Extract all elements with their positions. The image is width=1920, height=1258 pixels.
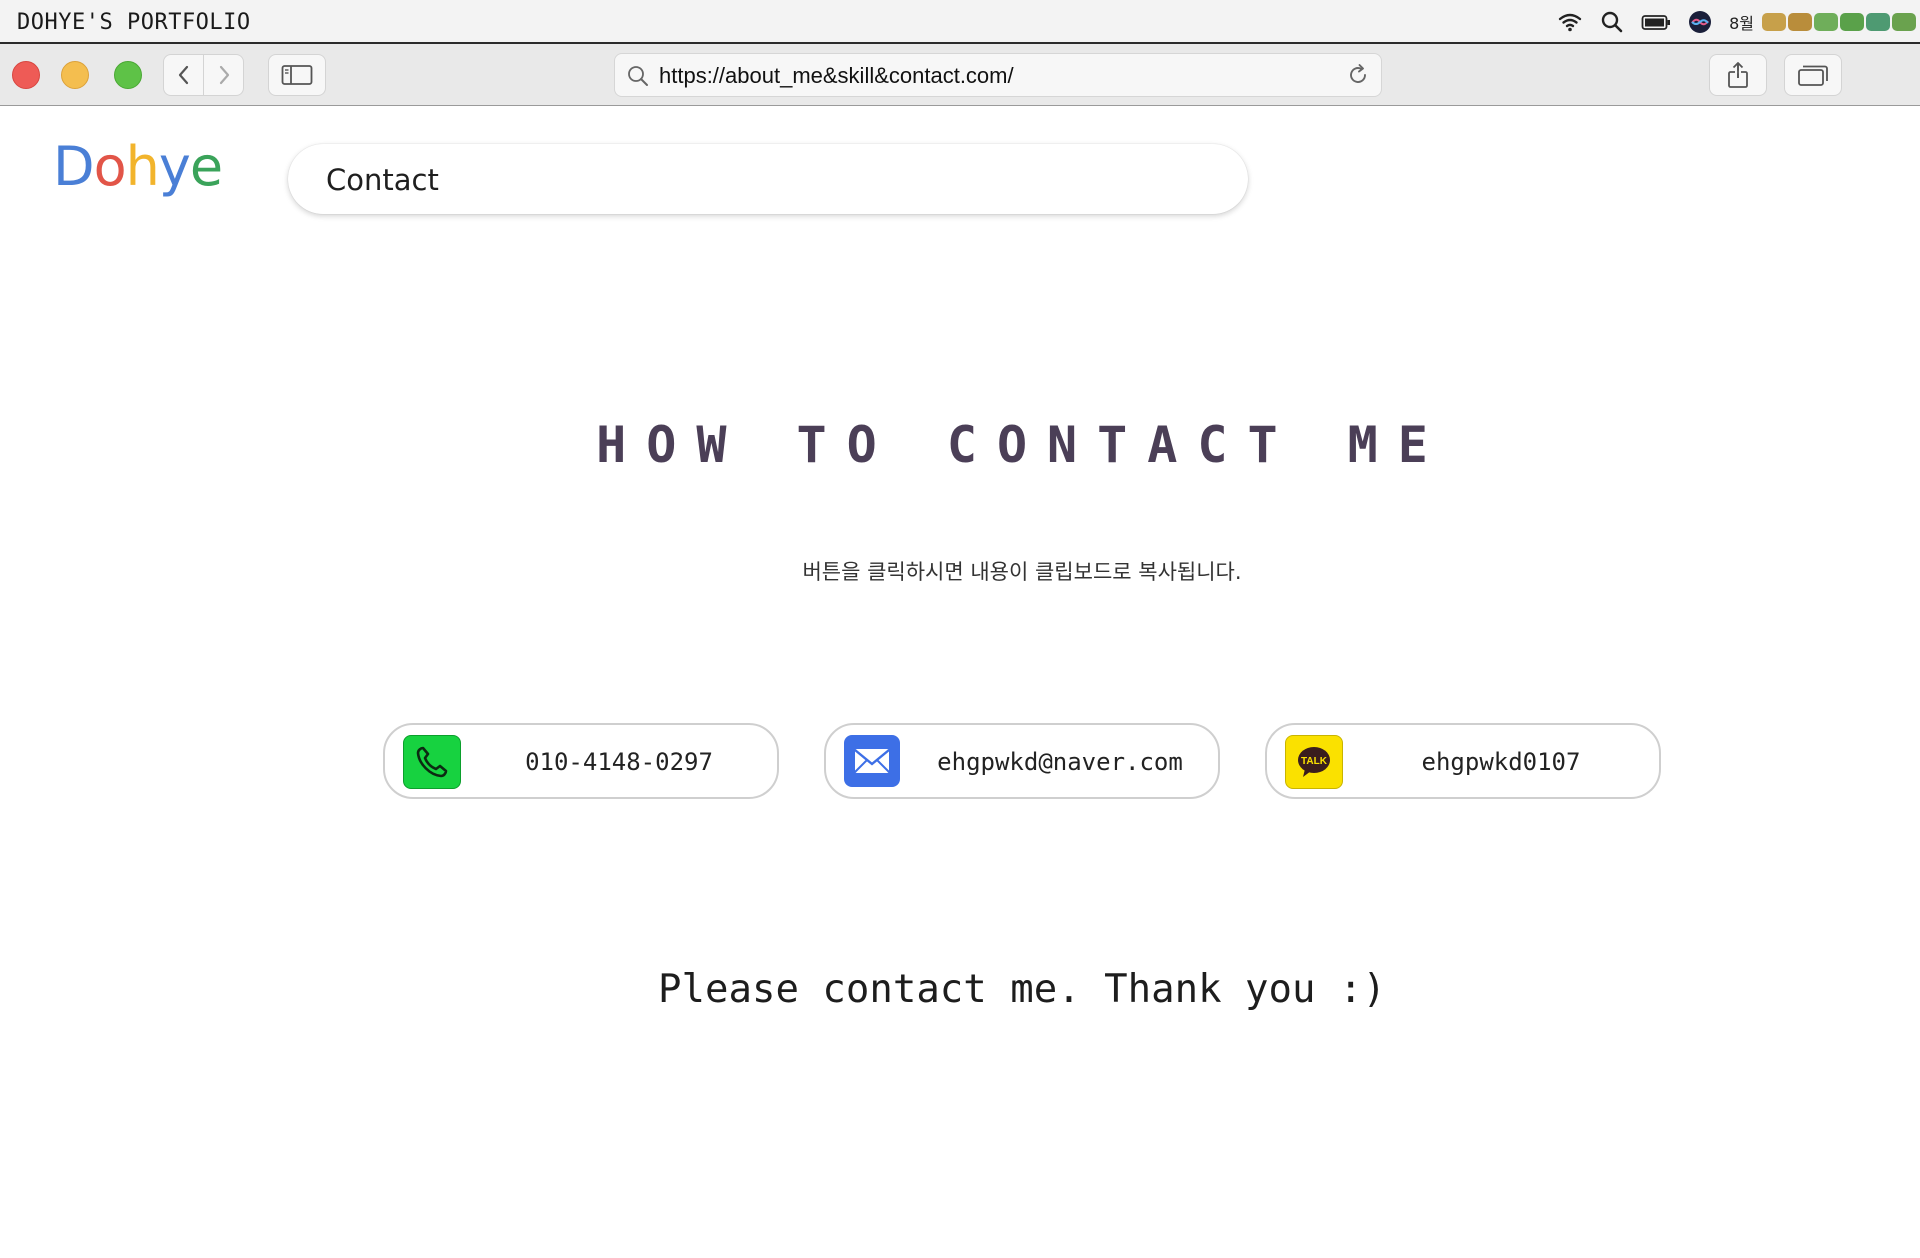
forward-icon [219,65,229,85]
phone-number: 010-4148-0297 [525,748,713,776]
mail-icon [844,735,900,787]
spotlight-search-icon[interactable] [1599,9,1625,35]
site-logo[interactable]: Dohye [53,140,223,194]
page-search-bar[interactable]: Contact [288,144,1248,214]
logo-letter: e [189,135,223,198]
url-text[interactable]: https://about_me&skill&contact.com/ [659,63,1014,89]
search-icon [628,66,648,86]
logo-letter: D [53,135,95,198]
kakaotalk-contact-button[interactable]: TALK ehgpwkd0107 [1265,723,1661,799]
menu-bar: DOHYE'S PORTFOLIO 8월 [0,0,1920,44]
siri-icon[interactable] [1687,9,1713,35]
sidebar-toggle-button[interactable] [268,54,326,96]
share-button[interactable] [1709,54,1767,96]
back-icon [178,65,188,85]
page-heading: HOW TO CONTACT ME [596,416,1448,474]
address-bar[interactable]: https://about_me&skill&contact.com/ [614,53,1382,97]
reload-icon[interactable] [1345,62,1371,88]
phone-contact-button[interactable]: 010-4148-0297 [383,723,779,799]
kakaotalk-icon: TALK [1285,735,1343,789]
battery-icon[interactable] [1641,9,1671,35]
logo-letter: o [93,135,127,198]
date-text[interactable]: 8월 [1729,10,1754,34]
phone-icon [403,735,461,789]
email-contact-button[interactable]: ehgpwkd@naver.com [824,723,1220,799]
minimize-window-button[interactable] [61,61,89,89]
close-window-button[interactable] [12,61,40,89]
kakaotalk-id: ehgpwkd0107 [1421,748,1581,776]
zoom-window-button[interactable] [114,61,142,89]
browser-toolbar: https://about_me&skill&contact.com/ [0,44,1920,106]
tab-overview-button[interactable] [1784,54,1842,96]
logo-letter: y [158,135,191,198]
app-title[interactable]: DOHYE'S PORTFOLIO [17,10,251,35]
back-button[interactable] [163,54,204,96]
email-address: ehgpwkd@naver.com [937,748,1183,776]
closing-message: Please contact me. Thank you :) [658,967,1386,1012]
clock-decoration [1762,13,1916,31]
status-area: 8월 [1557,0,1920,44]
tabs-icon [1798,65,1828,86]
wifi-icon[interactable] [1557,9,1583,35]
page-search-value[interactable]: Contact [326,163,439,197]
share-icon [1728,62,1748,88]
kakaotalk-icon-text: TALK [1301,756,1328,767]
sidebar-icon [281,65,313,85]
clipboard-hint: 버튼을 클릭하시면 내용이 클립보드로 복사됩니다. [802,560,1242,584]
forward-button[interactable] [203,54,244,96]
logo-letter: h [125,135,160,198]
